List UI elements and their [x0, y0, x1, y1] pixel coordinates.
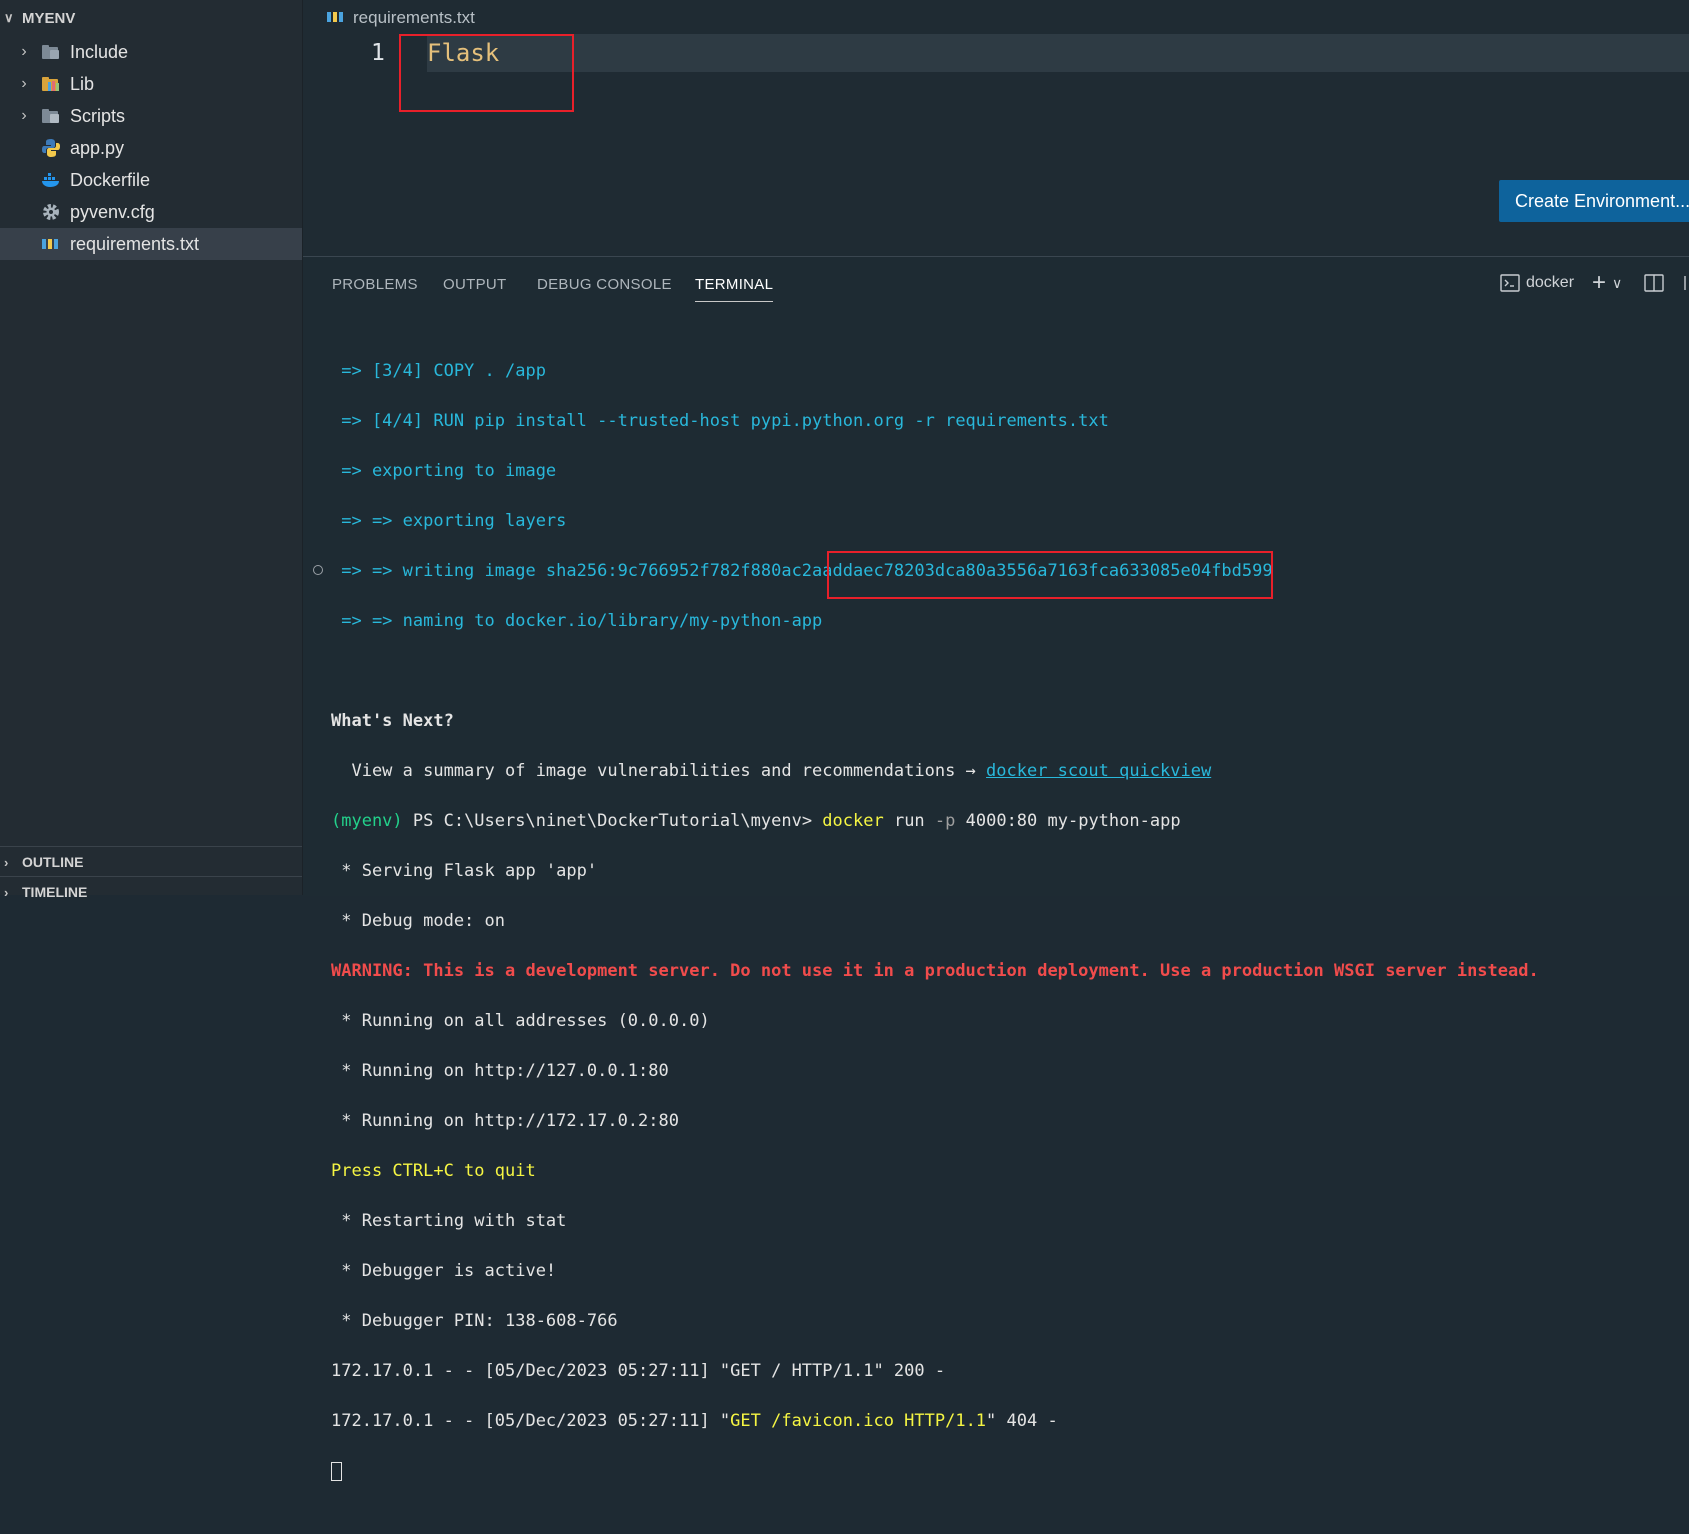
- tree-item-label: app.py: [70, 137, 125, 158]
- terminal-cursor: [331, 1461, 342, 1481]
- terminal-text: 172.17.0.1 - - [05/Dec/2023 05:27:11] ": [331, 1411, 731, 1431]
- command-docker: docker: [822, 811, 884, 831]
- chevron-right-icon: ›: [4, 884, 9, 900]
- prompt-path: PS C:\Users\ninet\DockerTutorial\myenv>: [402, 811, 823, 831]
- folder-include-icon: [40, 41, 62, 63]
- terminal-text: View a summary of image vulnerabilities …: [331, 761, 987, 781]
- chevron-down-icon: ∨: [4, 10, 14, 25]
- docker-icon: [40, 169, 62, 191]
- chevron-down-icon[interactable]: ∨: [1612, 275, 1622, 292]
- tab-debug-console[interactable]: DEBUG CONSOLE: [537, 276, 672, 293]
- trash-icon[interactable]: [1684, 274, 1689, 292]
- timeline-section-header[interactable]: › TIMELINE: [0, 876, 302, 907]
- terminal-link[interactable]: docker scout quickview: [986, 761, 1211, 781]
- terminal-name[interactable]: docker: [1526, 274, 1574, 292]
- command-decoration-icon[interactable]: [313, 565, 323, 575]
- pip-icon: [40, 233, 62, 255]
- tree-item-requirements-txt[interactable]: requirements.txt: [0, 228, 302, 260]
- current-line-highlight: [427, 34, 1689, 72]
- tree-item-label: Include: [70, 41, 129, 62]
- tree-item-app-py[interactable]: app.py: [0, 132, 302, 164]
- terminal-line: * Debug mode: on: [331, 911, 505, 931]
- create-environment-button[interactable]: Create Environment...: [1499, 180, 1689, 222]
- explorer-root-label: MYENV: [22, 9, 76, 27]
- tab-problems[interactable]: PROBLEMS: [332, 276, 418, 293]
- terminal-line: * Debugger PIN: 138-608-766: [331, 1311, 618, 1331]
- terminal-line: 172.17.0.1 - - [05/Dec/2023 05:27:11] "G…: [331, 1409, 1539, 1434]
- terminal-prompt-line: (myenv) PS C:\Users\ninet\DockerTutorial…: [331, 809, 1539, 834]
- terminal-line: * Running on http://127.0.0.1:80: [331, 1061, 669, 1081]
- editor-tab-label: requirements.txt: [353, 8, 475, 27]
- panel-tab-bar: PROBLEMS OUTPUT DEBUG CONSOLE TERMINAL d…: [303, 257, 1689, 311]
- terminal-line: * Debugger is active!: [331, 1261, 557, 1281]
- tree-item-label: Dockerfile: [70, 169, 151, 190]
- split-terminal-icon[interactable]: [1644, 274, 1664, 292]
- command-run: run: [883, 811, 935, 831]
- explorer-sidebar: ∨ MYENV › Include › Lib › Scripts app.py…: [0, 0, 303, 900]
- terminal-line: * Running on all addresses (0.0.0.0): [331, 1011, 710, 1031]
- folder-scripts-icon: [40, 105, 62, 127]
- terminal-warning-line: WARNING: This is a development server. D…: [331, 961, 1539, 981]
- terminal-line: What's Next?: [331, 711, 454, 731]
- editor-area: requirements.txt 1 Flask Create Environm…: [303, 0, 1689, 256]
- gear-icon: [40, 201, 62, 223]
- tree-item-include[interactable]: › Include: [0, 36, 302, 68]
- command-args: 4000:80 my-python-app: [955, 811, 1181, 831]
- editor-tab-requirements[interactable]: requirements.txt: [327, 8, 475, 28]
- folder-lib-icon: [40, 73, 62, 95]
- tree-item-label: requirements.txt: [70, 233, 200, 254]
- terminal-line: Press CTRL+C to quit: [331, 1161, 536, 1181]
- outline-label: OUTLINE: [22, 854, 84, 870]
- plus-icon[interactable]: +: [1592, 271, 1606, 295]
- terminal-output[interactable]: => [3/4] COPY . /app => [4/4] RUN pip in…: [331, 334, 1539, 1534]
- prompt-env: (myenv): [331, 811, 403, 831]
- terminal-text: " 404 -: [986, 1411, 1058, 1431]
- terminal-line: => => exporting layers: [331, 511, 567, 531]
- tab-output[interactable]: OUTPUT: [443, 276, 506, 293]
- tree-item-scripts[interactable]: › Scripts: [0, 100, 302, 132]
- chevron-right-icon: ›: [21, 75, 27, 92]
- terminal-actions: docker + ∨: [1500, 271, 1689, 295]
- chevron-right-icon: ›: [4, 854, 9, 870]
- terminal-line: * Running on http://172.17.0.2:80: [331, 1111, 679, 1131]
- outline-section-header[interactable]: › OUTLINE: [0, 846, 302, 877]
- bottom-panel: PROBLEMS OUTPUT DEBUG CONSOLE TERMINAL d…: [303, 256, 1689, 1481]
- python-icon: [40, 137, 62, 159]
- command-flag: -p: [934, 811, 956, 831]
- terminal-cursor-line: [331, 1459, 1539, 1484]
- line-number: 1: [371, 40, 385, 66]
- terminal-icon: [1500, 274, 1520, 292]
- tree-item-label: pyvenv.cfg: [70, 201, 155, 222]
- terminal-line: => => naming to docker.io/library/my-pyt…: [331, 611, 823, 631]
- terminal-text: GET /favicon.ico HTTP/1.1: [730, 1411, 987, 1431]
- tab-terminal[interactable]: TERMINAL: [695, 276, 774, 302]
- highlight-box-command: [827, 551, 1273, 599]
- tree-item-pyvenv-cfg[interactable]: pyvenv.cfg: [0, 196, 302, 228]
- terminal-line: => exporting to image: [331, 461, 557, 481]
- pip-icon: [327, 8, 345, 28]
- tree-item-label: Lib: [70, 73, 95, 94]
- terminal-line: * Restarting with stat: [331, 1211, 567, 1231]
- explorer-root-header[interactable]: ∨ MYENV: [0, 0, 302, 36]
- timeline-label: TIMELINE: [22, 884, 88, 900]
- tree-item-dockerfile[interactable]: Dockerfile: [0, 164, 302, 196]
- tree-item-lib[interactable]: › Lib: [0, 68, 302, 100]
- terminal-line: * Serving Flask app 'app': [331, 861, 598, 881]
- chevron-right-icon: ›: [21, 43, 27, 60]
- terminal-line: View a summary of image vulnerabilities …: [331, 759, 1539, 784]
- editor-tab-bar: requirements.txt: [303, 0, 1689, 36]
- tree-item-label: Scripts: [70, 105, 126, 126]
- highlight-box-flask: [399, 34, 574, 112]
- terminal-line: 172.17.0.1 - - [05/Dec/2023 05:27:11] "G…: [331, 1361, 946, 1381]
- chevron-right-icon: ›: [21, 107, 27, 124]
- terminal-line: => [4/4] RUN pip install --trusted-host …: [331, 411, 1109, 431]
- terminal-line: => [3/4] COPY . /app: [331, 361, 546, 381]
